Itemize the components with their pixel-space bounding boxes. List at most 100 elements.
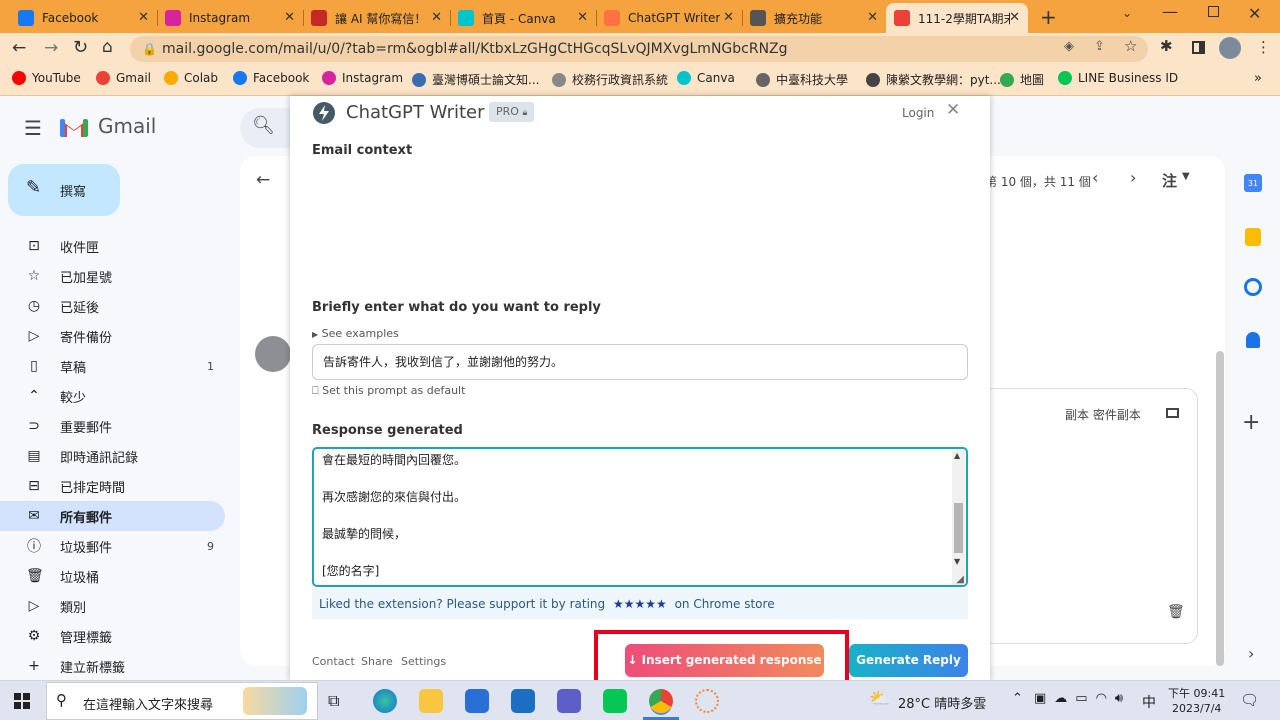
generate-reply-button[interactable]: Generate Reply xyxy=(849,644,968,677)
menu-icon[interactable]: ⋮ xyxy=(1256,38,1271,56)
nav-item-8[interactable]: ⊟ 已排定時間 xyxy=(0,471,225,501)
back-to-list-icon[interactable]: ← xyxy=(256,170,270,190)
more-bookmarks-icon[interactable]: » xyxy=(1254,71,1262,86)
bookmark-4[interactable]: Instagram xyxy=(322,71,403,85)
nav-item-3[interactable]: ▷ 寄件備份 xyxy=(0,321,225,351)
nav-item-9[interactable]: ✉ 所有郵件 xyxy=(0,501,225,531)
popout-icon[interactable] xyxy=(1166,408,1179,418)
nav-item-14[interactable]: + 建立新標籤 xyxy=(0,651,225,681)
share-icon[interactable]: ⇪ xyxy=(1094,39,1105,54)
email-context-area[interactable] xyxy=(312,164,968,286)
tray-icons[interactable]: ▣☁▭◠🔊︎ xyxy=(1034,691,1131,706)
nav-item-5[interactable]: ⌃ 較少 xyxy=(0,381,225,411)
tab-close-icon[interactable]: ✕ xyxy=(1009,10,1020,25)
tab-close-icon[interactable]: ✕ xyxy=(431,10,442,25)
install-icon[interactable]: ◈ xyxy=(1064,39,1074,54)
search-highlight-icon[interactable] xyxy=(243,687,307,715)
tab-4[interactable]: ChatGPT Writer ✕ xyxy=(596,3,743,33)
nav-item-12[interactable]: ▷ 類別 xyxy=(0,591,225,621)
back-icon[interactable]: ← xyxy=(12,38,26,58)
ime-indicator[interactable]: 中 xyxy=(1142,692,1156,712)
close-window-button[interactable]: ✕ xyxy=(1248,4,1261,23)
prompt-input[interactable]: 告訴寄件人，我收到信了，並謝謝他的努力。 xyxy=(312,344,968,380)
extensions-icon[interactable]: ✱ xyxy=(1160,37,1173,55)
forward-icon[interactable]: → xyxy=(44,38,58,58)
prev-mail-icon[interactable]: ‹ xyxy=(1092,168,1098,187)
nav-item-1[interactable]: ☆ 已加星號 xyxy=(0,261,225,291)
tab-close-icon[interactable]: ✕ xyxy=(138,10,149,25)
bookmark-11[interactable]: LINE Business ID xyxy=(1058,71,1178,85)
tasks-icon[interactable] xyxy=(1244,278,1262,296)
nav-item-10[interactable]: ⓘ 垃圾郵件 9 xyxy=(0,531,225,561)
calendar-icon[interactable]: 31 xyxy=(1244,174,1262,192)
line-icon[interactable] xyxy=(603,689,627,713)
bookmark-7[interactable]: Canva xyxy=(677,71,735,85)
nav-item-13[interactable]: ⚙ 管理標籤 xyxy=(0,621,225,651)
discard-trash-icon[interactable]: 🗑︎ xyxy=(1167,604,1185,620)
tab-close-icon[interactable]: ✕ xyxy=(723,10,734,25)
tab-3[interactable]: 首頁 - Canva ✕ xyxy=(450,3,597,33)
clock-date[interactable]: 2023/7/4 xyxy=(1172,702,1221,715)
tab-6[interactable]: 111-2學期TA期末 ✕ xyxy=(886,3,1028,33)
resize-handle-icon[interactable]: ◢ xyxy=(956,574,964,585)
set-default-toggle[interactable]: ⎕ Set this prompt as default xyxy=(312,384,465,398)
minimize-button[interactable]: — xyxy=(1162,2,1178,21)
bookmark-star-icon[interactable]: ☆ xyxy=(1124,37,1137,55)
clock-time[interactable]: 下午 09:41 xyxy=(1168,685,1225,701)
insert-response-button[interactable]: ↓ Insert generated response xyxy=(625,644,824,677)
reload-icon[interactable]: ↻ xyxy=(73,37,88,58)
store-icon[interactable] xyxy=(465,689,489,713)
tray-chevron-icon[interactable]: ⌃ xyxy=(1012,691,1023,706)
chrome-icon[interactable] xyxy=(649,689,673,713)
edge-icon[interactable] xyxy=(373,689,397,713)
home-icon[interactable]: ⌂ xyxy=(102,37,113,57)
tab-search-icon[interactable]: ⌄ xyxy=(1122,6,1132,20)
nav-item-7[interactable]: ▤ 即時通訊記錄 xyxy=(0,441,225,471)
file-explorer-icon[interactable] xyxy=(419,689,443,713)
nav-item-2[interactable]: ◷ 已延後 xyxy=(0,291,225,321)
bookmark-8[interactable]: 中臺科技大學 xyxy=(756,71,848,88)
get-addons-icon[interactable]: + xyxy=(1242,410,1260,435)
weather-icon[interactable]: ⛅ xyxy=(869,689,890,709)
maximize-button[interactable] xyxy=(1208,6,1219,17)
tab-2[interactable]: 讓 AI 幫你寫信！ ✕ xyxy=(303,3,451,33)
rating-stars[interactable]: ★★★★★ xyxy=(613,597,667,611)
bookmark-9[interactable]: 陳縈文教學網：pyt... xyxy=(866,71,1001,88)
nav-item-6[interactable]: ⊃ 重要郵件 xyxy=(0,411,225,441)
bookmark-6[interactable]: 校務行政資訊系統 xyxy=(552,71,668,88)
teams-icon[interactable] xyxy=(557,689,581,713)
bookmark-5[interactable]: 臺灣博碩士論文知... xyxy=(412,71,539,88)
notification-icon[interactable]: 🗨︎ xyxy=(1240,691,1259,709)
settings-link[interactable]: Settings xyxy=(401,655,446,668)
bookmark-3[interactable]: Facebook xyxy=(233,71,309,85)
nav-item-0[interactable]: ⊡ 收件匣 xyxy=(0,231,225,261)
tab-0[interactable]: Facebook ✕ xyxy=(10,3,158,33)
bookmark-0[interactable]: YouTube xyxy=(12,71,81,85)
nav-item-4[interactable]: ▯ 草稿 1 xyxy=(0,351,225,381)
tab-close-icon[interactable]: ✕ xyxy=(284,10,295,25)
sidepanel-icon[interactable] xyxy=(1192,41,1205,54)
response-textarea[interactable]: 會在最短的時間內回覆您。 再次感謝您的來信與付出。 最誠摯的問候， [您的名字] ▲ … xyxy=(312,447,968,587)
misc-app-icon[interactable] xyxy=(695,689,719,713)
cc-bcc-label[interactable]: 副本 密件副本 xyxy=(1065,406,1141,423)
share-link[interactable]: Share xyxy=(361,655,393,668)
response-scroll-thumb[interactable] xyxy=(954,503,963,553)
bookmark-1[interactable]: Gmail xyxy=(96,71,151,85)
weather-text[interactable]: 28°C 晴時多雲 xyxy=(898,693,986,712)
main-menu-icon[interactable]: ☰ xyxy=(24,116,42,140)
input-tools-button[interactable]: 注 xyxy=(1162,170,1177,191)
keep-icon[interactable] xyxy=(1245,228,1261,246)
contact-link[interactable]: Contact xyxy=(312,655,355,668)
url-field[interactable]: 🔒 mail.google.com/mail/u/0/?tab=rm&ogbl#… xyxy=(130,36,1148,62)
compose-button[interactable]: ✎ 撰寫 xyxy=(8,164,120,216)
tab-close-icon[interactable]: ✕ xyxy=(867,10,878,25)
scrollbar[interactable] xyxy=(1216,351,1224,666)
tab-close-icon[interactable]: ✕ xyxy=(577,10,588,25)
see-examples-toggle[interactable]: ▶ See examples xyxy=(312,327,399,340)
contacts-icon[interactable] xyxy=(1246,332,1260,348)
profile-avatar[interactable] xyxy=(1219,37,1241,59)
hide-panel-icon[interactable]: › xyxy=(1248,644,1254,663)
tab-1[interactable]: Instagram ✕ xyxy=(157,3,304,33)
task-view-icon[interactable]: ⧉ xyxy=(328,691,339,711)
nav-item-11[interactable]: 🗑︎ 垃圾桶 xyxy=(0,561,225,591)
